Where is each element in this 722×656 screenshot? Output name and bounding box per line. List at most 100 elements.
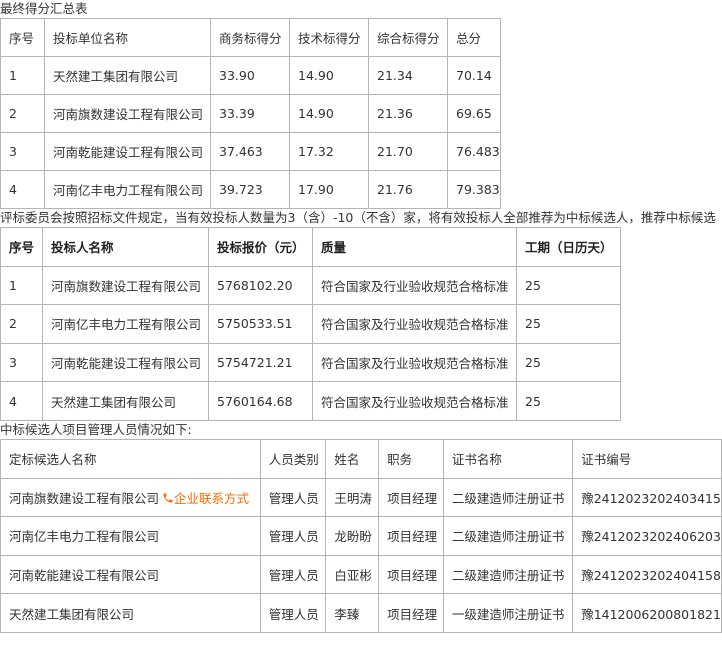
column-header: 序号 bbox=[0, 18, 45, 57]
table-cell: 项目经理 bbox=[378, 593, 444, 633]
cell-text: 符合国家及行业验收规范合格标准 bbox=[321, 278, 509, 294]
table-cell: 5768102.20 bbox=[208, 265, 313, 306]
cell-text: 14.90 bbox=[298, 68, 334, 83]
table-cell: 河南旗数建设工程有限公司 企业联系方式 bbox=[0, 477, 261, 518]
cell-text: 河南亿丰电力工程有限公司 bbox=[9, 529, 160, 545]
table-cell: 5754721.21 bbox=[208, 342, 313, 383]
cell-text: 龙盼盼 bbox=[334, 529, 372, 545]
table-cell: 2 bbox=[0, 304, 43, 344]
table-cell: 1 bbox=[0, 265, 43, 306]
cell-text: 4 bbox=[9, 393, 17, 409]
table-cell: 河南乾能建设工程有限公司 bbox=[42, 342, 209, 383]
table-cell: 天然建工集团有限公司 bbox=[44, 56, 211, 95]
table-cell: 龙盼盼 bbox=[325, 516, 380, 556]
recommendation-caption: 评标委员会按照招标文件规定，当有效投标人数量为3（含）-10（不含）家，将有效投… bbox=[0, 210, 716, 225]
table-cell: 二级建造师注册证书 bbox=[442, 516, 574, 556]
cell-text: 豫2412023202403415 bbox=[581, 490, 721, 506]
score-summary-table: 序号 投标单位名称 商务标得分 技术标得分 综合标得分 总分 1 天然建工集团有限公司 33.… bbox=[0, 18, 501, 209]
table-cell: 79.383 bbox=[447, 170, 501, 209]
cell-text: 33.39 bbox=[219, 106, 255, 121]
table-cell: 河南旗数建设工程有限公司 bbox=[42, 265, 209, 306]
cell-text: 21.76 bbox=[377, 182, 413, 197]
table-cell: 符合国家及行业验收规范合格标准 bbox=[312, 304, 517, 344]
column-header: 投标单位名称 bbox=[44, 18, 211, 57]
cell-text: 4 bbox=[9, 182, 17, 197]
cell-text: 二级建造师注册证书 bbox=[451, 529, 565, 545]
contact-link-label: 企业联系方式 bbox=[174, 490, 250, 506]
table-cell: 25 bbox=[516, 381, 621, 421]
cell-text: 项目经理 bbox=[387, 568, 438, 584]
table-cell: 管理人员 bbox=[259, 516, 327, 556]
table-cell: 河南乾能建设工程有限公司 bbox=[0, 554, 261, 595]
table-row: 2 河南亿丰电力工程有限公司 5750533.51 符合国家及行业验收规范合格标准 25 bbox=[0, 304, 621, 344]
cell-text: 项目经理 bbox=[387, 606, 438, 622]
cell-text: 王明涛 bbox=[334, 490, 372, 506]
table-cell: 21.70 bbox=[368, 132, 448, 171]
column-header: 投标人名称 bbox=[42, 227, 209, 267]
table-cell: 河南旗数建设工程有限公司 bbox=[44, 94, 211, 133]
cell-text: 天然建工集团有限公司 bbox=[9, 606, 135, 622]
table-cell: 二级建造师注册证书 bbox=[442, 477, 574, 518]
table-cell: 33.39 bbox=[210, 94, 290, 133]
table-row: 1 天然建工集团有限公司 33.90 14.90 21.34 70.14 bbox=[0, 56, 501, 95]
table-cell: 14.90 bbox=[289, 56, 369, 95]
table-cell: 25 bbox=[516, 265, 621, 306]
table-cell: 17.32 bbox=[289, 132, 369, 171]
table-cell: 1 bbox=[0, 56, 45, 95]
table-row: 河南亿丰电力工程有限公司 管理人员 龙盼盼 项目经理 二级建造师注册证书 豫2412023… bbox=[0, 516, 722, 556]
candidate-bid-table: 序号 投标人名称 投标报价（元） 质量 工期（日历天） 1 河南旗数建设工程有限公司 576… bbox=[0, 227, 621, 421]
table-cell: 管理人员 bbox=[259, 477, 327, 518]
column-header: 商务标得分 bbox=[210, 18, 290, 57]
table-cell: 3 bbox=[0, 132, 45, 171]
table-cell: 76.483 bbox=[447, 132, 501, 171]
phone-icon bbox=[163, 493, 173, 503]
table-header-row: 序号 投标单位名称 商务标得分 技术标得分 综合标得分 总分 bbox=[0, 18, 501, 57]
table-cell: 河南乾能建设工程有限公司 bbox=[44, 132, 211, 171]
cell-text: 天然建工集团有限公司 bbox=[51, 394, 177, 410]
column-header: 综合标得分 bbox=[368, 18, 448, 57]
cell-text: 河南亿丰电力工程有限公司 bbox=[51, 317, 202, 333]
column-header: 证书编号 bbox=[572, 438, 722, 479]
cell-text: 79.383 bbox=[456, 182, 500, 197]
table-cell: 符合国家及行业验收规范合格标准 bbox=[312, 265, 517, 306]
cell-text: 天然建工集团有限公司 bbox=[53, 69, 179, 84]
cell-text: 河南旗数建设工程有限公司 bbox=[51, 278, 202, 294]
cell-text: 项目经理 bbox=[387, 529, 438, 545]
table-cell: 14.90 bbox=[289, 94, 369, 133]
table-cell: 21.36 bbox=[368, 94, 448, 133]
table-cell: 4 bbox=[0, 170, 45, 209]
table-cell: 白亚彬 bbox=[325, 554, 380, 595]
cell-text: 河南旗数建设工程有限公司 bbox=[9, 490, 160, 506]
cell-text: 1 bbox=[9, 68, 17, 83]
cell-text: 39.723 bbox=[219, 182, 263, 197]
table-cell: 河南亿丰电力工程有限公司 bbox=[42, 304, 209, 344]
cell-text: 69.65 bbox=[456, 106, 492, 121]
table-cell: 3 bbox=[0, 342, 43, 383]
score-summary-caption: 最终得分汇总表 bbox=[0, 1, 88, 16]
cell-text: 2 bbox=[9, 316, 17, 332]
cell-text: 3 bbox=[9, 144, 17, 159]
cell-text: 河南亿丰电力工程有限公司 bbox=[53, 183, 204, 198]
cell-text: 1 bbox=[9, 277, 17, 293]
company-contact-link[interactable]: 企业联系方式 bbox=[159, 491, 249, 506]
table-cell: 管理人员 bbox=[259, 593, 327, 633]
cell-text: 符合国家及行业验收规范合格标准 bbox=[321, 317, 509, 333]
table-cell: 25 bbox=[516, 304, 621, 344]
cell-text: 二级建造师注册证书 bbox=[451, 490, 565, 506]
table-row: 1 河南旗数建设工程有限公司 5768102.20 符合国家及行业验收规范合格标准 25 bbox=[0, 265, 621, 306]
column-header: 工期（日历天） bbox=[516, 227, 621, 267]
table-cell: 一级建造师注册证书 bbox=[442, 593, 574, 633]
column-header: 姓名 bbox=[325, 438, 380, 479]
table-cell: 5760164.68 bbox=[208, 381, 313, 421]
table-row: 天然建工集团有限公司 管理人员 李臻 项目经理 一级建造师注册证书 豫1412006200… bbox=[0, 593, 722, 633]
table-cell: 李臻 bbox=[325, 593, 380, 633]
column-header: 质量 bbox=[312, 227, 517, 267]
cell-text: 25 bbox=[525, 277, 541, 293]
cell-text: 管理人员 bbox=[268, 490, 319, 506]
table-cell: 管理人员 bbox=[259, 554, 327, 595]
document-page: 最终得分汇总表 序号 投标单位名称 商务标得分 技术标得分 综合标得分 总分 1 天然建工集… bbox=[0, 0, 722, 656]
cell-text: 5760164.68 bbox=[217, 393, 293, 409]
cell-text: 河南旗数建设工程有限公司 bbox=[53, 107, 204, 122]
table-header-row: 序号 投标人名称 投标报价（元） 质量 工期（日历天） bbox=[0, 227, 621, 267]
cell-text: 25 bbox=[525, 355, 541, 371]
